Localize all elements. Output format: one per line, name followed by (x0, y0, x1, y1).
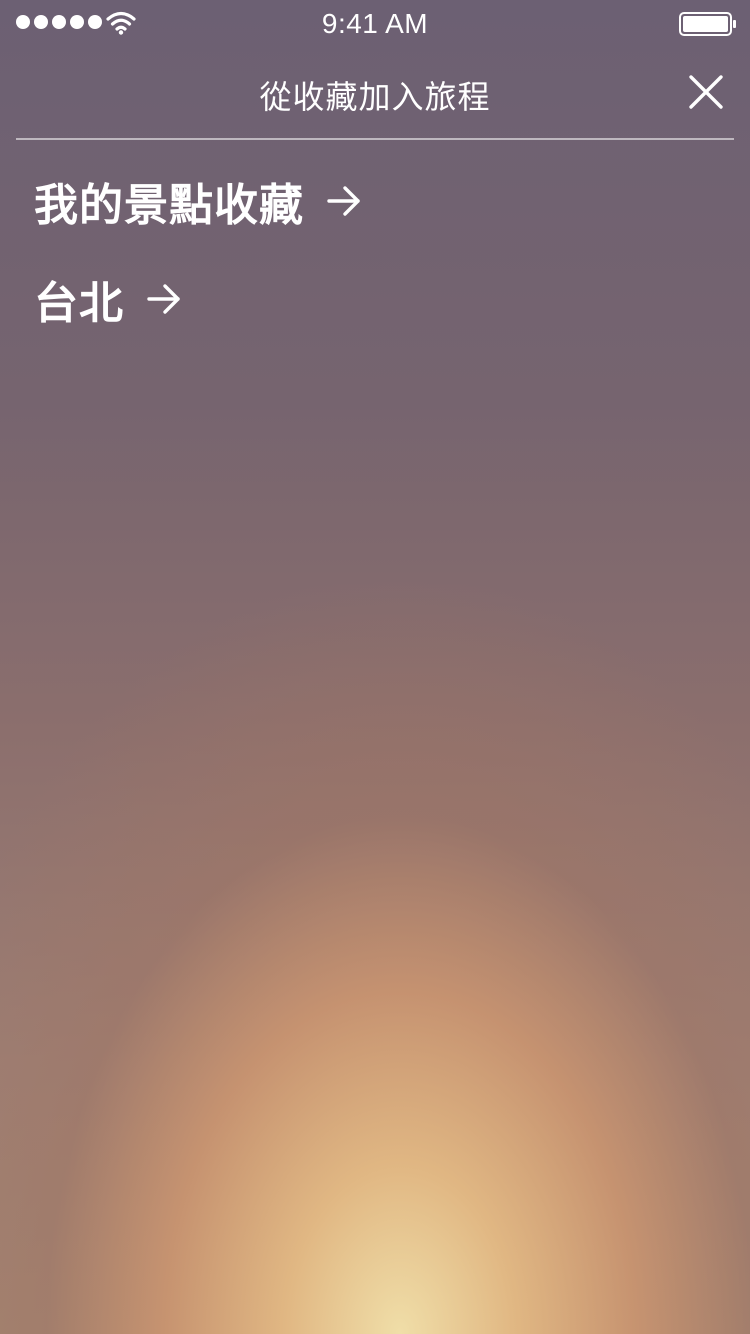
battery-icon (679, 12, 736, 36)
arrow-right-icon (327, 186, 360, 216)
arrow-right-icon (147, 284, 180, 314)
close-button[interactable] (676, 62, 736, 122)
folder-item-taipei[interactable]: 台北 (34, 266, 714, 332)
folder-list: 我的景點收藏 台北 (34, 168, 714, 364)
page-title: 從收藏加入旅程 (259, 78, 491, 116)
folder-label: 我的景點收藏 (34, 180, 304, 231)
status-bar: 9:41 AM (0, 0, 750, 48)
close-icon (689, 75, 723, 109)
folder-item-my-favorites[interactable]: 我的景點收藏 (34, 168, 714, 234)
folder-label: 台北 (34, 278, 124, 329)
nav-bar: 從收藏加入旅程 (0, 48, 750, 138)
status-time: 9:41 AM (321, 8, 429, 39)
nav-divider (16, 138, 734, 140)
